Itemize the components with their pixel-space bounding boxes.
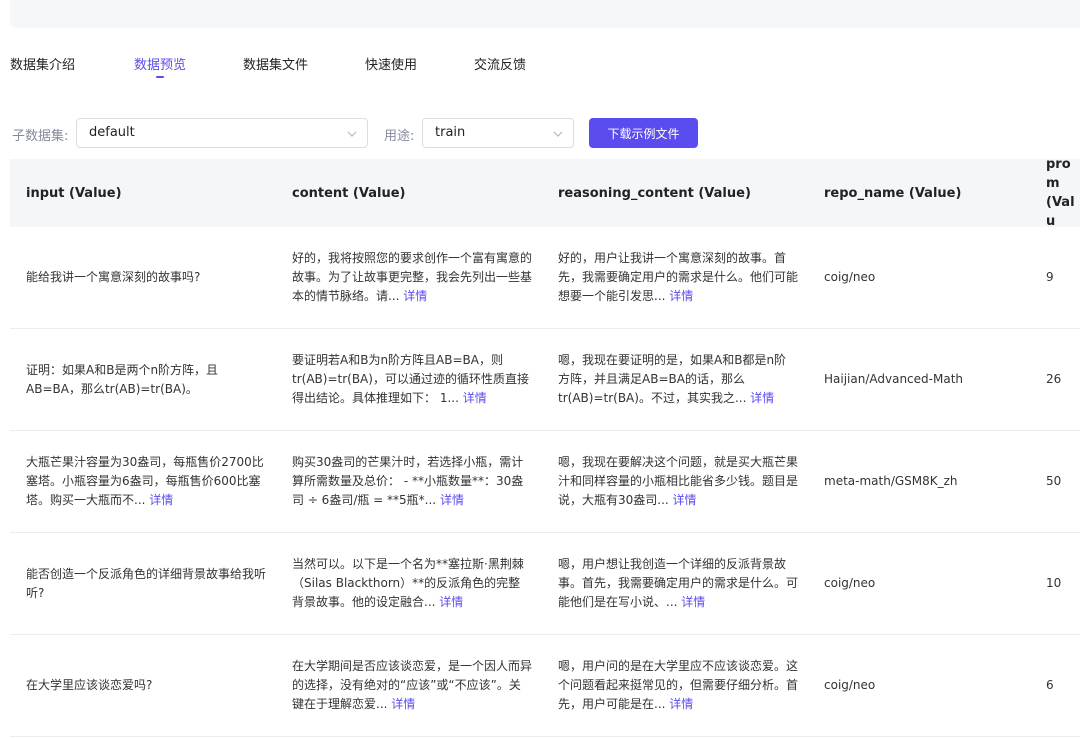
usage-select-value: train [435, 125, 466, 140]
dataset-meta-banner [10, 0, 1080, 28]
active-tab-indicator [156, 76, 164, 78]
subset-select[interactable]: default [76, 118, 368, 148]
cell-input-text: 在大学里应该谈恋爱吗? [26, 678, 153, 692]
tab-data-preview[interactable]: 数据预览 [134, 54, 186, 78]
cell-reasoning: 好的，用户让我讲一个寓意深刻的故事。首先，我需要确定用户的需求是什么。他们可能想… [558, 227, 798, 328]
chevron-down-icon [553, 131, 563, 137]
cell-input-text: 证明：如果A和B是两个n阶方阵，且AB=BA，那么tr(AB)=tr(BA)。 [26, 362, 219, 396]
cell-content-text: 要证明若A和B为n阶方阵且AB=BA，则tr(AB)=tr(BA)，可以通过迹的… [292, 353, 529, 405]
cell-reasoning: 嗯，用户问的是在大学里应不应该谈恋爱。这个问题看起来挺常见的，但需要仔细分析。首… [558, 635, 798, 736]
detail-link[interactable]: 详情 [669, 289, 693, 303]
cell-input-text: 大瓶芒果汁容量为30盎司，每瓶售价2700比塞塔。小瓶容量为6盎司，每瓶售价60… [26, 455, 264, 507]
cell-reasoning-text: 嗯，用户想让我创造一个详细的反派背景故事。首先，我需要确定用户的需求是什么。可能… [558, 557, 799, 609]
column-header-repo-name: repo_name (Value) [824, 185, 962, 201]
cell-input: 能否创造一个反派角色的详细背景故事给我听听? [26, 533, 266, 634]
detail-link[interactable]: 详情 [440, 493, 464, 507]
filter-bar: 子数据集: default 用途: train 下载示例文件 [0, 118, 1080, 148]
column-header-content: content (Value) [292, 185, 406, 201]
cell-input: 能给我讲一个寓意深刻的故事吗? [26, 227, 266, 328]
detail-link[interactable]: 详情 [439, 595, 463, 609]
cell-content-text: 当然可以。以下是一个名为**塞拉斯·黑荆棘（Silas Blackthorn）*… [292, 557, 524, 609]
cell-content: 好的，我将按照您的要求创作一个富有寓意的故事。为了让故事更完整，我会先列出一些基… [292, 227, 532, 328]
cell-repo-name: coig/neo [824, 227, 1024, 328]
cell-prompt-text: 50 [1046, 474, 1062, 488]
cell-input-text: 能否创造一个反派角色的详细背景故事给我听听? [26, 566, 267, 600]
cell-repo-name-text: coig/neo [824, 576, 876, 590]
cell-prompt: 6 [1046, 635, 1080, 736]
cell-prompt-text: 26 [1046, 372, 1062, 386]
subset-label: 子数据集: [12, 129, 69, 144]
cell-input: 大瓶芒果汁容量为30盎司，每瓶售价2700比塞塔。小瓶容量为6盎司，每瓶售价60… [26, 431, 266, 532]
usage-select[interactable]: train [422, 118, 574, 148]
cell-content: 当然可以。以下是一个名为**塞拉斯·黑荆棘（Silas Blackthorn）*… [292, 533, 532, 634]
cell-prompt: 26 [1046, 329, 1080, 430]
cell-content: 购买30盎司的芒果汁时，若选择小瓶，需计算所需数量及总价： - **小瓶数量**… [292, 431, 532, 532]
detail-link[interactable]: 详情 [463, 391, 487, 405]
table-header: input (Value) content (Value) reasoning_… [10, 157, 1080, 229]
table-row: 在大学里应该谈恋爱吗? 在大学期间是否应该谈恋爱，是一个因人而异的选择，没有绝对的… [10, 635, 1080, 737]
cell-repo-name-text: coig/neo [824, 270, 876, 284]
detail-link[interactable]: 详情 [391, 697, 415, 711]
table-row: 证明：如果A和B是两个n阶方阵，且AB=BA，那么tr(AB)=tr(BA)。 要… [10, 329, 1080, 431]
cell-prompt-text: 6 [1046, 678, 1054, 692]
column-header-prompt: prom (Valu [1046, 157, 1075, 229]
usage-label: 用途: [384, 129, 415, 144]
detail-link[interactable]: 详情 [681, 595, 705, 609]
cell-repo-name-text: meta-math/GSM8K_zh [824, 474, 958, 488]
cell-input: 在大学里应该谈恋爱吗? [26, 635, 266, 736]
column-header-reasoning: reasoning_content (Value) [558, 185, 751, 201]
cell-prompt-text: 10 [1046, 576, 1062, 590]
cell-reasoning: 嗯，用户想让我创造一个详细的反派背景故事。首先，我需要确定用户的需求是什么。可能… [558, 533, 798, 634]
cell-content: 要证明若A和B为n阶方阵且AB=BA，则tr(AB)=tr(BA)，可以通过迹的… [292, 329, 532, 430]
detail-link[interactable]: 详情 [149, 493, 173, 507]
cell-prompt-text: 9 [1046, 270, 1054, 284]
subset-select-value: default [89, 125, 135, 140]
cell-repo-name: coig/neo [824, 635, 1024, 736]
tab-quick-start[interactable]: 快速使用 [365, 54, 417, 73]
cell-prompt: 10 [1046, 533, 1080, 634]
table-row: 大瓶芒果汁容量为30盎司，每瓶售价2700比塞塔。小瓶容量为6盎司，每瓶售价60… [10, 431, 1080, 533]
cell-repo-name-text: coig/neo [824, 678, 876, 692]
detail-link[interactable]: 详情 [750, 391, 774, 405]
chevron-down-icon [347, 131, 357, 137]
cell-repo-name: coig/neo [824, 533, 1024, 634]
table-row: 能否创造一个反派角色的详细背景故事给我听听? 当然可以。以下是一个名为**塞拉斯·… [10, 533, 1080, 635]
cell-reasoning: 嗯，我现在要证明的是，如果A和B都是n阶方阵，并且满足AB=BA的话，那么tr(… [558, 329, 798, 430]
table-row: 能给我讲一个寓意深刻的故事吗? 好的，我将按照您的要求创作一个富有寓意的故事。为了… [10, 227, 1080, 329]
detail-link[interactable]: 详情 [403, 289, 427, 303]
tab-feedback[interactable]: 交流反馈 [474, 54, 526, 73]
cell-reasoning: 嗯，我现在要解决这个问题，就是买大瓶芒果汁和同样容量的小瓶相比能省多少钱。题目是… [558, 431, 798, 532]
detail-link[interactable]: 详情 [673, 493, 697, 507]
detail-link[interactable]: 详情 [669, 697, 693, 711]
cell-repo-name: meta-math/GSM8K_zh [824, 431, 1024, 532]
tab-dataset-intro[interactable]: 数据集介绍 [10, 54, 75, 73]
cell-content: 在大学期间是否应该谈恋爱，是一个因人而异的选择，没有绝对的“应该”或“不应该”。… [292, 635, 532, 736]
tab-dataset-files[interactable]: 数据集文件 [243, 54, 308, 73]
cell-input-text: 能给我讲一个寓意深刻的故事吗? [26, 270, 201, 284]
cell-input: 证明：如果A和B是两个n阶方阵，且AB=BA，那么tr(AB)=tr(BA)。 [26, 329, 266, 430]
cell-content-text: 购买30盎司的芒果汁时，若选择小瓶，需计算所需数量及总价： - **小瓶数量**… [292, 455, 524, 507]
cell-repo-name: Haijian/Advanced-Math [824, 329, 1024, 430]
cell-prompt: 9 [1046, 227, 1080, 328]
cell-prompt: 50 [1046, 431, 1080, 532]
download-sample-button[interactable]: 下载示例文件 [589, 118, 698, 148]
column-header-input: input (Value) [26, 185, 122, 201]
cell-repo-name-text: Haijian/Advanced-Math [824, 372, 964, 386]
